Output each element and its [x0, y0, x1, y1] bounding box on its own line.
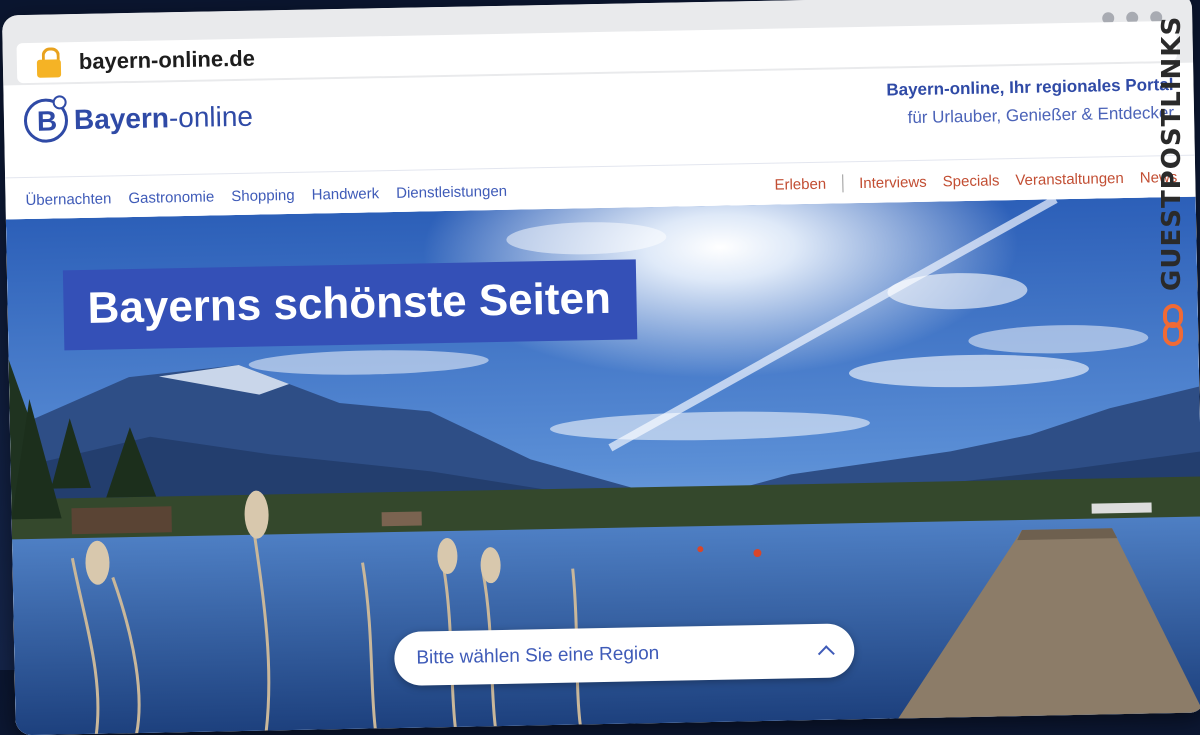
watermark-text: GUESTPOSTLINKS — [1157, 15, 1187, 291]
site-logo[interactable]: B Bayern-online — [23, 95, 254, 144]
nav-item-veranstaltungen[interactable]: Veranstaltungen — [1015, 169, 1124, 188]
hero-banner: Bayerns schönste Seiten Bitte wählen Sie… — [5, 196, 1200, 735]
logo-bold: Bayern — [73, 102, 170, 136]
nav-item-dienstleistungen[interactable]: Dienstleistungen — [396, 183, 507, 202]
tagline: Bayern-online, Ihr regionales Portal für… — [886, 75, 1174, 129]
nav-divider — [841, 174, 844, 193]
lock-icon — [36, 47, 64, 78]
tagline-secondary: für Urlauber, Genießer & Entdecker — [907, 102, 1175, 128]
tagline-primary: Bayern-online, Ihr regionales Portal — [886, 74, 1174, 100]
nav-categories: Übernachten Gastronomie Shopping Handwer… — [25, 183, 507, 209]
logo-letter: B — [36, 105, 58, 137]
nav-item-shopping[interactable]: Shopping — [231, 187, 295, 205]
region-select[interactable]: Bitte wählen Sie eine Region — [393, 623, 855, 687]
nav-item-specials[interactable]: Specials — [943, 172, 1000, 190]
browser-window: bayern-online.de B Bayern-online Bayern-… — [1, 0, 1200, 735]
nav-item-handwerk[interactable]: Handwerk — [311, 185, 379, 203]
chain-link-icon — [1163, 304, 1183, 346]
logo-text: Bayern-online — [74, 101, 254, 136]
region-select-placeholder: Bitte wählen Sie eine Region — [416, 642, 660, 669]
website: B Bayern-online Bayern-online, Ihr regio… — [3, 62, 1200, 735]
logo-mark-icon: B — [23, 95, 69, 144]
guestpostlinks-watermark: GUESTPOSTLINKS — [1154, 16, 1194, 356]
nav-sections: Erleben Interviews Specials Veranstaltun… — [774, 168, 1177, 194]
url-text[interactable]: bayern-online.de — [79, 46, 256, 75]
chevron-up-icon — [817, 645, 835, 663]
nav-item-uebernachten[interactable]: Übernachten — [25, 190, 111, 209]
nav-item-gastronomie[interactable]: Gastronomie — [128, 188, 214, 207]
nav-item-erleben[interactable]: Erleben — [774, 175, 826, 193]
logo-rest: -online — [168, 100, 254, 134]
nav-item-interviews[interactable]: Interviews — [859, 173, 927, 191]
hero-title: Bayerns schönste Seiten — [62, 259, 638, 351]
